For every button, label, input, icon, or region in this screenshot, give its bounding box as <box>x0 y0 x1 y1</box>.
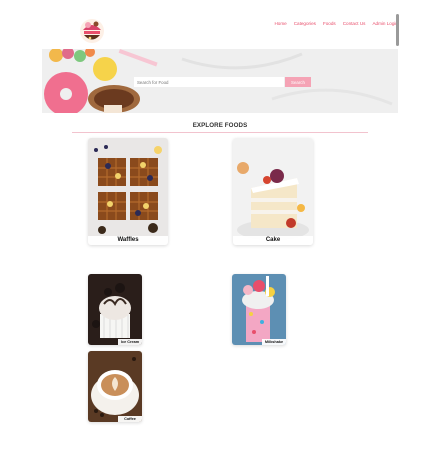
nav-admin-login[interactable]: Admin Login <box>372 21 398 26</box>
food-card-label: Cake <box>233 236 313 245</box>
site-logo[interactable] <box>79 16 105 46</box>
nav-foods[interactable]: Foods <box>323 21 336 26</box>
food-card-cake[interactable]: Cake <box>233 138 313 245</box>
nav-categories[interactable]: Categories <box>294 21 316 26</box>
food-card-label: Ice Cream <box>118 339 142 345</box>
milkshake-image <box>232 274 286 345</box>
food-card-waffles[interactable]: Waffles <box>88 138 168 245</box>
hero-banner: Search <box>42 49 398 113</box>
page: Home Categories Foods Contact Us Admin L… <box>42 13 398 453</box>
coffee-image <box>88 351 142 422</box>
top-nav: Home Categories Foods Contact Us Admin L… <box>267 21 398 26</box>
search-bar: Search <box>134 77 311 87</box>
search-input[interactable] <box>134 77 284 87</box>
food-card-coffee[interactable]: Coffee <box>88 351 142 422</box>
food-card-label: Waffles <box>88 236 168 245</box>
ice-cream-image <box>88 274 142 345</box>
section-title: EXPLORE FOODS <box>192 122 248 129</box>
nav-home[interactable]: Home <box>274 21 286 26</box>
food-card-ice-cream[interactable]: Ice Cream <box>88 274 142 345</box>
cake-image <box>233 138 313 245</box>
scrollbar[interactable] <box>396 14 399 46</box>
waffles-image <box>88 138 168 245</box>
food-card-milkshake[interactable]: Milkshake <box>232 274 286 345</box>
nav-contact-us[interactable]: Contact Us <box>343 21 366 26</box>
food-card-label: Coffee <box>118 416 142 422</box>
search-button[interactable]: Search <box>285 77 311 87</box>
food-card-label: Milkshake <box>262 339 286 345</box>
section-divider <box>72 132 368 133</box>
